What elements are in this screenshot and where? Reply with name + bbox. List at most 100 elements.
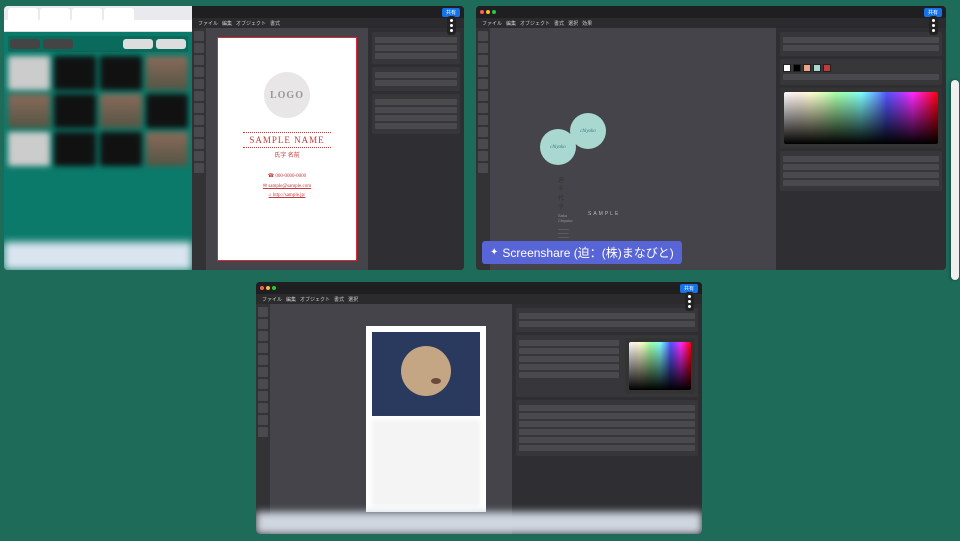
- tool[interactable]: [194, 163, 204, 173]
- tool[interactable]: [478, 115, 488, 125]
- app-body: LOGO SAMPLE NAME 氏字 名前 ☎ 000-0000-0000 ✉…: [192, 28, 464, 270]
- panel-layers[interactable]: [780, 151, 942, 191]
- tool[interactable]: [194, 115, 204, 125]
- tool[interactable]: [258, 379, 268, 389]
- menu-item[interactable]: 書式: [554, 20, 564, 27]
- tool[interactable]: [478, 91, 488, 101]
- toolbox[interactable]: [476, 28, 490, 270]
- tool[interactable]: [478, 103, 488, 113]
- menu-item[interactable]: オブジェクト: [236, 20, 266, 27]
- tool[interactable]: [258, 403, 268, 413]
- tool[interactable]: [478, 127, 488, 137]
- menu-item[interactable]: 編集: [506, 20, 516, 27]
- titlebar: 共有: [192, 6, 464, 18]
- swatch[interactable]: [783, 64, 791, 72]
- menubar[interactable]: ファイル 編集 オブジェクト 書式 選択 効果: [476, 18, 946, 28]
- tile-menu-icon[interactable]: [447, 16, 456, 35]
- card-lower-area: [372, 420, 480, 506]
- menu-item[interactable]: ファイル: [198, 20, 218, 27]
- window-controls[interactable]: [260, 286, 276, 290]
- side-panel-peek[interactable]: [951, 80, 959, 280]
- tool[interactable]: [478, 55, 488, 65]
- tool[interactable]: [194, 103, 204, 113]
- browser-tab[interactable]: [40, 8, 70, 20]
- canvas[interactable]: chiyoko 迫 千代子 Sako Chiyoko ─────────────…: [490, 28, 776, 270]
- tool[interactable]: [258, 355, 268, 365]
- tool[interactable]: [478, 67, 488, 77]
- swatch[interactable]: [823, 64, 831, 72]
- menu-item[interactable]: 編集: [222, 20, 232, 27]
- browser-window: [4, 6, 192, 270]
- tool[interactable]: [194, 43, 204, 53]
- tool[interactable]: [478, 43, 488, 53]
- canvas[interactable]: LOGO SAMPLE NAME 氏字 名前 ☎ 000-0000-0000 ✉…: [206, 28, 368, 270]
- menu-item[interactable]: オブジェクト: [300, 296, 330, 303]
- card-phone: ☎ 000-0000-0000: [232, 173, 342, 179]
- card-name: SAMPLE NAME: [243, 132, 330, 148]
- menubar[interactable]: ファイル 編集 オブジェクト 書式 選択: [256, 294, 702, 304]
- tile-menu-icon[interactable]: [685, 292, 694, 311]
- browser-tabs[interactable]: [4, 6, 192, 20]
- canvas[interactable]: [270, 304, 512, 534]
- panel-layers-color[interactable]: [516, 335, 698, 397]
- participant-thumb: [54, 94, 96, 128]
- toolbox[interactable]: [192, 28, 206, 270]
- tool[interactable]: [258, 307, 268, 317]
- menu-item[interactable]: 書式: [270, 20, 280, 27]
- tool[interactable]: [258, 367, 268, 377]
- tile-menu-icon[interactable]: [929, 16, 938, 35]
- tool[interactable]: [194, 79, 204, 89]
- browser-tab[interactable]: [72, 8, 102, 20]
- browser-urlbar[interactable]: [4, 20, 192, 32]
- tool[interactable]: [194, 67, 204, 77]
- menu-item[interactable]: オブジェクト: [520, 20, 550, 27]
- tool[interactable]: [194, 55, 204, 65]
- card-inner: LOGO SAMPLE NAME 氏字 名前 ☎ 000-0000-0000 ✉…: [232, 52, 342, 246]
- swatch[interactable]: [813, 64, 821, 72]
- screenshare-label: ✦ Screenshare (迫：(株)まなびと): [482, 241, 682, 264]
- browser-tab[interactable]: [8, 8, 38, 20]
- browser-tab[interactable]: [104, 8, 134, 20]
- tool[interactable]: [478, 31, 488, 41]
- menu-item[interactable]: ファイル: [262, 296, 282, 303]
- tool[interactable]: [194, 91, 204, 101]
- card-email: ✉ sample@sample.com: [232, 183, 342, 189]
- panel-properties[interactable]: [372, 32, 460, 64]
- color-picker[interactable]: [780, 88, 942, 148]
- tool[interactable]: [478, 79, 488, 89]
- tool[interactable]: [478, 151, 488, 161]
- panel-properties[interactable]: [780, 32, 942, 56]
- tool[interactable]: [258, 427, 268, 437]
- tool[interactable]: [194, 127, 204, 137]
- tool[interactable]: [258, 415, 268, 425]
- tool[interactable]: [194, 151, 204, 161]
- tool[interactable]: [194, 31, 204, 41]
- panel-properties[interactable]: [516, 308, 698, 332]
- tool[interactable]: [478, 163, 488, 173]
- tool[interactable]: [258, 391, 268, 401]
- menubar[interactable]: ファイル 編集 オブジェクト 書式: [192, 18, 464, 28]
- tool[interactable]: [258, 331, 268, 341]
- tool[interactable]: [478, 139, 488, 149]
- panel-misc[interactable]: [372, 94, 460, 134]
- menu-item[interactable]: ファイル: [482, 20, 502, 27]
- panel-swatches[interactable]: [780, 59, 942, 85]
- swatch[interactable]: [803, 64, 811, 72]
- tool[interactable]: [258, 319, 268, 329]
- window-controls[interactable]: [480, 10, 496, 14]
- menu-item[interactable]: 書式: [334, 296, 344, 303]
- menu-item[interactable]: 効果: [582, 20, 592, 27]
- color-picker[interactable]: [625, 338, 695, 394]
- app-body: [256, 304, 702, 534]
- menu-item[interactable]: 編集: [286, 296, 296, 303]
- panel-layers[interactable]: [372, 67, 460, 91]
- participant-grid: [8, 56, 188, 166]
- meeting-app: [4, 32, 192, 270]
- menu-item[interactable]: 選択: [568, 20, 578, 27]
- panel-misc[interactable]: [516, 400, 698, 456]
- swatch[interactable]: [793, 64, 801, 72]
- toolbox[interactable]: [256, 304, 270, 534]
- menu-item[interactable]: 選択: [348, 296, 358, 303]
- tool[interactable]: [194, 139, 204, 149]
- tool[interactable]: [258, 343, 268, 353]
